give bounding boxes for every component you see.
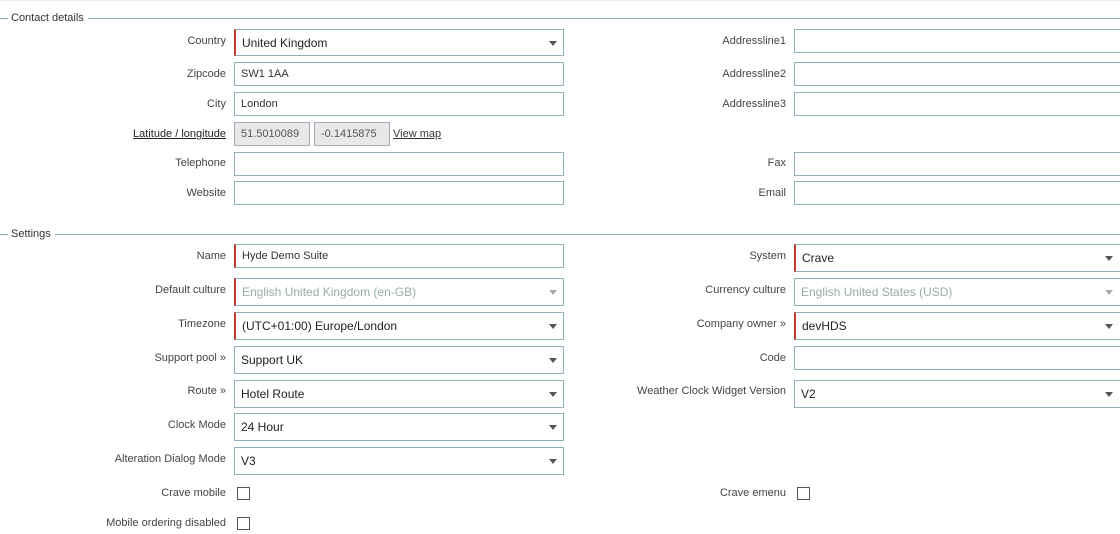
addressline3-label: Addressline3 xyxy=(722,98,786,110)
chevron-down-icon xyxy=(549,358,557,363)
chevron-down-icon xyxy=(549,324,557,329)
system-select[interactable]: Crave xyxy=(794,244,1120,272)
city-field[interactable]: London xyxy=(234,92,564,116)
chevron-down-icon xyxy=(549,392,557,397)
fax-label: Fax xyxy=(767,157,786,169)
company-owner-select[interactable]: devHDS xyxy=(794,312,1120,340)
name-label: Name xyxy=(196,250,226,262)
name-field[interactable]: Hyde Demo Suite xyxy=(234,244,564,268)
zipcode-label: Zipcode xyxy=(186,68,226,80)
weather-clock-widget-version-value: V2 xyxy=(801,387,816,401)
chevron-down-icon xyxy=(549,40,557,46)
country-select[interactable]: United Kingdom xyxy=(234,29,564,56)
chevron-down-icon xyxy=(549,290,557,295)
default-culture-label: Default culture xyxy=(155,284,226,296)
addressline3-field[interactable] xyxy=(794,92,1120,116)
clock-mode-select[interactable]: 24 Hour xyxy=(234,413,564,441)
weather-clock-widget-version-label: Weather Clock Widget Version xyxy=(637,385,786,397)
chevron-down-icon xyxy=(1105,392,1113,397)
default-culture-value: English United Kingdom (en-GB) xyxy=(242,285,417,299)
crave-mobile-label: Crave mobile xyxy=(161,487,226,499)
email-field[interactable] xyxy=(794,181,1120,205)
route-value: Hotel Route xyxy=(241,387,305,401)
crave-mobile-checkbox[interactable] xyxy=(237,487,250,500)
city-value: London xyxy=(241,98,278,110)
code-field[interactable] xyxy=(794,346,1120,370)
mobile-ordering-disabled-label: Mobile ordering disabled xyxy=(106,517,226,529)
route-select[interactable]: Hotel Route xyxy=(234,380,564,408)
addressline1-label: Addressline1 xyxy=(722,35,786,47)
crave-emenu-checkbox[interactable] xyxy=(797,487,810,500)
settings-title: Settings xyxy=(11,228,51,240)
latitude-longitude-link[interactable]: Latitude / longitude xyxy=(133,128,226,140)
latitude-value: 51.5010089 xyxy=(241,128,300,140)
view-map-link[interactable]: View map xyxy=(393,128,441,140)
chevron-down-icon xyxy=(549,459,557,464)
route-label[interactable]: Route » xyxy=(187,385,226,397)
weather-clock-widget-version-select[interactable]: V2 xyxy=(794,380,1120,408)
code-label: Code xyxy=(759,352,786,364)
timezone-select[interactable]: (UTC+01:00) Europe/London xyxy=(234,312,564,340)
top-divider xyxy=(0,0,1120,1)
latitude-field: 51.5010089 xyxy=(234,122,310,146)
default-culture-select[interactable]: English United Kingdom (en-GB) xyxy=(234,278,564,306)
name-value: Hyde Demo Suite xyxy=(242,250,329,262)
mobile-ordering-disabled-checkbox[interactable] xyxy=(237,517,250,530)
currency-culture-label: Currency culture xyxy=(705,284,786,296)
telephone-label: Telephone xyxy=(175,157,226,169)
timezone-value: (UTC+01:00) Europe/London xyxy=(242,319,398,333)
chevron-down-icon xyxy=(1105,256,1113,261)
website-label: Website xyxy=(186,187,226,199)
crave-emenu-label: Crave emenu xyxy=(719,487,786,499)
alteration-dialog-mode-label: Alteration Dialog Mode xyxy=(114,453,226,465)
support-pool-select[interactable]: Support UK xyxy=(234,346,564,374)
city-label: City xyxy=(207,98,226,110)
clock-mode-value: 24 Hour xyxy=(241,420,284,434)
contact-details-legend: Contact details xyxy=(0,11,1120,25)
company-owner-label[interactable]: Company owner » xyxy=(697,318,786,330)
alteration-dialog-mode-select[interactable]: V3 xyxy=(234,447,564,475)
settings-legend: Settings xyxy=(0,227,1120,241)
clock-mode-label: Clock Mode xyxy=(167,419,226,431)
fax-field[interactable] xyxy=(794,152,1120,176)
longitude-field: -0.1415875 xyxy=(314,122,390,146)
system-value: Crave xyxy=(802,251,835,265)
country-label: Country xyxy=(187,35,226,47)
addressline2-field[interactable] xyxy=(794,62,1120,86)
zipcode-value: SW1 1AA xyxy=(241,68,289,80)
chevron-down-icon xyxy=(549,425,557,430)
company-owner-value: devHDS xyxy=(802,319,847,333)
addressline1-field[interactable] xyxy=(794,29,1120,53)
currency-culture-value: English United States (USD) xyxy=(801,285,953,299)
country-value: United Kingdom xyxy=(242,35,328,50)
system-label: System xyxy=(749,250,786,262)
support-pool-label[interactable]: Support pool » xyxy=(154,352,226,364)
support-pool-value: Support UK xyxy=(241,353,304,367)
chevron-down-icon xyxy=(1105,324,1113,329)
email-label: Email xyxy=(758,187,786,199)
timezone-label: Timezone xyxy=(178,318,226,330)
contact-details-title: Contact details xyxy=(11,12,84,24)
alteration-dialog-mode-value: V3 xyxy=(241,454,256,468)
telephone-field[interactable] xyxy=(234,152,564,176)
addressline2-label: Addressline2 xyxy=(722,68,786,80)
zipcode-field[interactable]: SW1 1AA xyxy=(234,62,564,86)
chevron-down-icon xyxy=(1105,290,1113,295)
website-field[interactable] xyxy=(234,181,564,205)
currency-culture-select[interactable]: English United States (USD) xyxy=(794,278,1120,306)
longitude-value: -0.1415875 xyxy=(321,128,377,140)
